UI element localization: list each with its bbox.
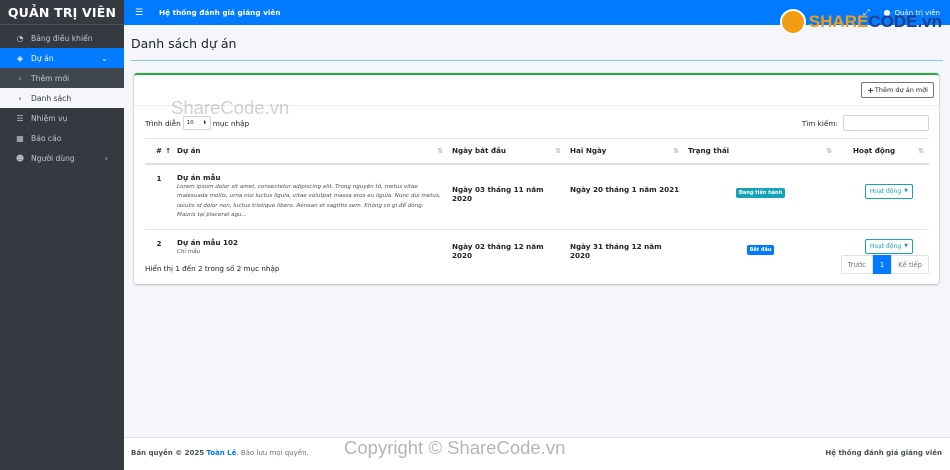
table-info: Hiển thị 1 đến 2 trong số 2 mục nhập — [145, 264, 280, 273]
rights-text: . Bảo lưu mọi quyền. — [236, 449, 309, 457]
sort-icon: ⇅ — [555, 147, 561, 155]
sidebar-item-label: Người dùng — [31, 153, 75, 163]
caret-down-icon: ▼ — [904, 243, 908, 249]
start-date: Ngày 03 tháng 11 năm 2020 — [448, 163, 566, 229]
next-page-button[interactable]: Kế tiếp — [891, 255, 929, 274]
sidebar-item-add-project[interactable]: › Thêm mới — [0, 68, 124, 88]
page-1-button[interactable]: 1 — [872, 255, 892, 274]
copyright-label: Bản quyền © 2025 — [131, 449, 205, 457]
sidebar-item-reports[interactable]: ▦ Báo cáo — [0, 128, 124, 148]
author-link[interactable]: Toàn Lê — [206, 449, 236, 457]
sidebar-item-label: Nhiệm vụ — [31, 113, 68, 123]
brand-title[interactable]: QUẢN TRỊ VIÊN — [0, 0, 124, 25]
action-dropdown-button[interactable]: Hoạt động ▼ — [864, 183, 913, 199]
search-input[interactable] — [843, 115, 929, 131]
table-icon: ▦ — [16, 133, 24, 143]
sort-asc-icon: ↑ — [165, 147, 171, 155]
users-icon: ☻ — [15, 153, 25, 163]
start-date: Ngày 02 tháng 12 năm 2020 — [448, 228, 566, 268]
watermark-copyright: Copyright © ShareCode.vn — [344, 437, 566, 458]
sidebar-item-label: Bảng điều khiển — [31, 33, 93, 43]
sort-icon: ⇅ — [437, 147, 443, 155]
col-header-project[interactable]: Dự án ⇅ — [173, 138, 448, 165]
sidebar-item-project-list[interactable]: › Danh sách — [0, 88, 124, 108]
table-row: 1 Dự án mẫu Lorem ipsum dolor sit amet, … — [145, 163, 929, 229]
action-dropdown-button[interactable]: Hoạt động ▼ — [864, 238, 913, 254]
action-cell: Hoạt động ▼ — [837, 163, 929, 229]
watermark-text: ShareCode.vn — [171, 97, 290, 118]
footer-copyright: Bản quyền © 2025 Toàn Lê. Bảo lưu mọi qu… — [131, 449, 309, 457]
length-prefix: Trình diễn — [145, 118, 181, 128]
plus-icon: + — [867, 85, 874, 95]
add-project-label: Thêm dự án mới — [874, 86, 928, 94]
hamburger-icon[interactable]: ☰ — [124, 8, 154, 18]
project-cell: Dự án mẫu 102 Chỉ mẫu — [173, 228, 448, 268]
sort-icon: ⇅ — [673, 147, 679, 155]
project-description: Lorem ipsum dolor sit amet, consectetur … — [177, 183, 441, 219]
status-badge: Đang tiến hành — [735, 187, 786, 198]
add-project-button[interactable]: + Thêm dự án mới — [861, 82, 934, 98]
sidebar-item-label: Thêm mới — [31, 73, 70, 83]
project-cell: Dự án mẫu Lorem ipsum dolor sit amet, co… — [173, 163, 448, 229]
end-date: Ngày 31 tháng 12 năm 2020 — [566, 228, 684, 268]
col-header-end[interactable]: Hai Ngày ⇅ — [566, 138, 684, 165]
search-control: Tìm kiếm: — [802, 115, 929, 131]
project-name: Dự án mẫu 102 — [177, 237, 239, 247]
chevron-right-icon: › — [18, 93, 22, 103]
col-header-action[interactable]: Hoạt động ⇅ — [837, 138, 929, 165]
row-number: 2 — [145, 228, 173, 268]
prev-page-button[interactable]: Trước — [840, 255, 873, 274]
sidebar-item-label: Danh sách — [31, 93, 72, 103]
chevron-down-icon: ⌄ — [101, 53, 108, 63]
tachometer-icon: ◔ — [16, 33, 24, 43]
status-cell: Đang tiến hành — [684, 163, 837, 229]
caret-down-icon: ▼ — [904, 188, 908, 194]
header-divider — [131, 60, 943, 61]
length-suffix: mục nhập — [212, 118, 250, 128]
status-badge: Bắt đầu — [746, 244, 775, 255]
chevron-left-icon: ‹ — [104, 153, 108, 163]
project-name: Dự án mẫu — [177, 172, 221, 182]
chevron-right-icon: › — [18, 73, 22, 83]
sort-icon: ⇅ — [918, 147, 924, 155]
sort-icon: ⇅ — [826, 147, 832, 155]
row-number: 1 — [145, 163, 173, 229]
sidebar-item-label: Báo cáo — [31, 133, 62, 143]
col-header-num[interactable]: # ↑ — [145, 138, 173, 165]
tasks-icon: ☰ — [16, 113, 24, 123]
sidebar-item-label: Dự án — [31, 53, 54, 63]
page-header: Danh sách dự án — [124, 25, 950, 61]
search-label: Tìm kiếm: — [801, 118, 838, 128]
select-arrows-icon: ⬍ — [202, 120, 207, 126]
project-description: Chỉ mẫu — [177, 248, 201, 255]
sidebar: QUẢN TRỊ VIÊN ◔ Bảng điều khiển ◈ Dự án … — [0, 0, 124, 470]
sidebar-item-tasks[interactable]: ☰ Nhiệm vụ — [0, 108, 124, 128]
projects-submenu: › Thêm mới › Danh sách — [0, 68, 124, 108]
length-value: 10 — [186, 120, 194, 126]
projects-table: # ↑ Dự án ⇅ Ngày bắt đầu ⇅ Hai Ngày ⇅ Trạng … — [145, 138, 929, 268]
sidebar-item-projects[interactable]: ◈ Dự án ⌄ — [0, 48, 124, 68]
col-header-start[interactable]: Ngày bắt đầu ⇅ — [448, 138, 566, 165]
navbar-title: Hệ thống đánh giá giảng viên — [159, 8, 281, 17]
layers-icon: ◈ — [16, 53, 24, 63]
end-date: Ngày 20 tháng 1 năm 2021 — [566, 163, 684, 229]
sidebar-item-dashboard[interactable]: ◔ Bảng điều khiển — [0, 28, 124, 48]
pagination: Trước 1 Kế tiếp — [840, 255, 929, 274]
col-header-status[interactable]: Trạng thái ⇅ — [684, 138, 837, 165]
footer-system-name: Hệ thống đánh giá giảng viên — [825, 449, 942, 457]
table-row: 2 Dự án mẫu 102 Chỉ mẫu Ngày 02 tháng 12… — [145, 228, 929, 268]
sidebar-item-users[interactable]: ☻ Người dùng ‹ — [0, 148, 124, 168]
page-title: Danh sách dự án — [131, 36, 237, 51]
status-cell: Bắt đầu — [684, 228, 837, 268]
